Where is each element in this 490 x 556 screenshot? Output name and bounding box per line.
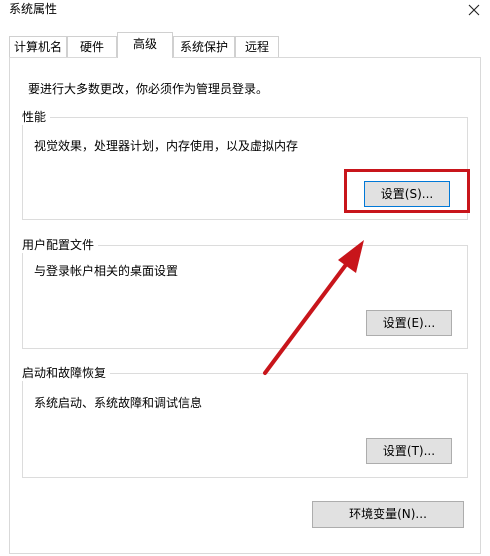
window-title: 系统属性: [9, 2, 58, 16]
close-button[interactable]: [462, 0, 486, 20]
close-icon: [468, 4, 480, 16]
user-profiles-settings-button[interactable]: 设置(E)...: [366, 310, 452, 336]
tab-remote[interactable]: 远程: [235, 36, 279, 57]
environment-variables-button[interactable]: 环境变量(N)...: [312, 501, 464, 528]
tab-computer-name[interactable]: 计算机名: [9, 36, 67, 57]
tab-system-protection[interactable]: 系统保护: [173, 36, 235, 57]
highlight-box: [344, 169, 470, 213]
user-profiles-description: 与登录帐户相关的桌面设置: [34, 264, 179, 278]
startup-recovery-settings-button[interactable]: 设置(T)...: [366, 438, 452, 464]
user-profiles-title: 用户配置文件: [22, 237, 99, 253]
performance-title: 性能: [22, 109, 51, 125]
system-properties-window: 系统属性 计算机名 硬件 高级 系统保护 远程 要进行大多数更改，你必须作为管理…: [0, 0, 490, 556]
startup-recovery-title: 启动和故障恢复: [22, 365, 111, 381]
tab-advanced[interactable]: 高级: [117, 32, 173, 58]
admin-note: 要进行大多数更改，你必须作为管理员登录。: [28, 82, 269, 96]
tab-hardware[interactable]: 硬件: [67, 36, 117, 57]
performance-description: 视觉效果，处理器计划，内存使用，以及虚拟内存: [34, 139, 299, 153]
startup-recovery-description: 系统启动、系统故障和调试信息: [34, 396, 203, 410]
